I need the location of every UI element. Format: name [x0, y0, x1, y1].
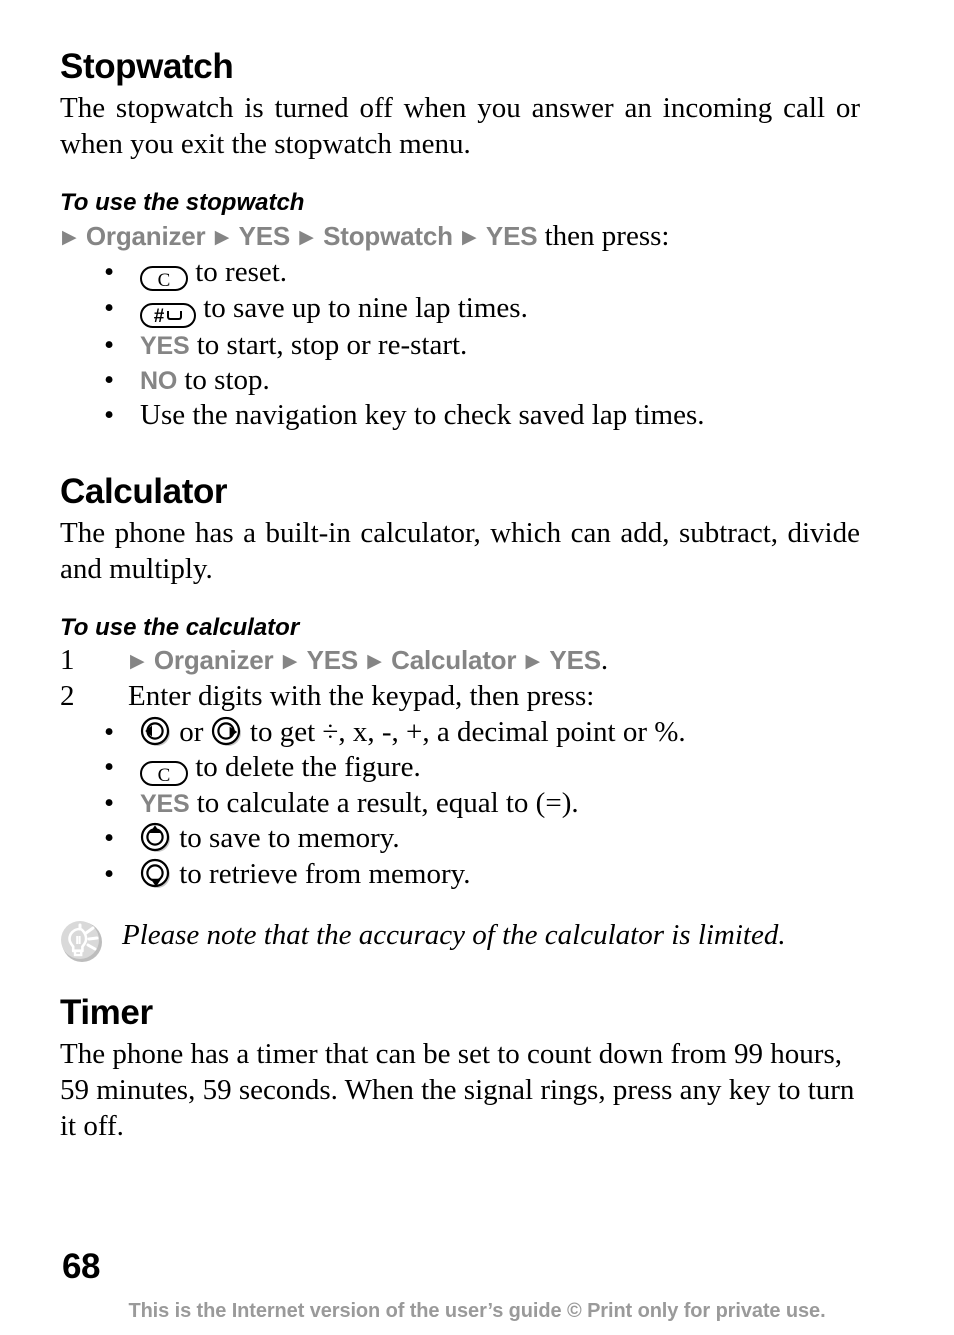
list-item-text: to stop. [177, 363, 270, 396]
list-item-text: to calculate a result, equal to (=). [189, 787, 579, 820]
menu-arrow-icon: ▶ [214, 226, 230, 248]
c-key-icon: C [140, 761, 188, 787]
list-item: • to retrieve from memory. [60, 857, 860, 892]
section-intro-stopwatch: The stopwatch is turned off when you ans… [60, 92, 860, 161]
list-item-text: to start, stop or re-start. [189, 328, 468, 361]
list-item-text: to retrieve from memory. [172, 857, 471, 890]
subheading-to-use-the-stopwatch: To use the stopwatch [60, 189, 305, 216]
list-item: • Use the navigation key to check saved … [60, 398, 860, 433]
step-text: Enter digits with the keypad, then press… [128, 680, 595, 713]
list-item-text: to reset. [188, 255, 288, 288]
section-title-stopwatch: Stopwatch [60, 47, 234, 86]
menu-item-yes[interactable]: YES [549, 645, 601, 675]
bullet-dot: • [104, 363, 115, 396]
menu-arrow-icon: ▶ [130, 651, 145, 673]
section-title-calculator: Calculator [60, 471, 228, 511]
list-item: • YES to start, stop or re-start. [60, 328, 860, 363]
bullet-dot: • [104, 255, 115, 288]
bullet-dot: • [104, 716, 115, 749]
bullet-dot: • [104, 751, 115, 784]
bullet-dot: • [104, 291, 115, 324]
nav-key-down-icon [140, 858, 172, 890]
section-title-timer: Timer [60, 992, 153, 1032]
list-item-text: to save up to nine lap times. [196, 291, 528, 324]
tip-lightbulb-icon [60, 920, 104, 964]
list-item-text: Use the navigation key to check saved la… [140, 398, 705, 431]
menu-item-organizer[interactable]: Organizer [154, 645, 274, 675]
list-item-text: to save to memory. [172, 822, 400, 855]
list-item-text: to delete the figure. [188, 751, 421, 784]
section-intro-timer: The phone has a timer that can be set to… [60, 1037, 855, 1142]
tip-note-text: Please note that the accuracy of the cal… [122, 918, 786, 951]
step-item: 1 ▶ Organizer ▶ YES ▶ Calculator ▶ YES. [60, 643, 860, 679]
calculator-key-list: • or to get ÷, x, -, +, a decimal point … [60, 715, 860, 891]
bullet-dot: • [104, 787, 115, 820]
menu-item-yes[interactable]: YES [239, 221, 291, 251]
footer-note: This is the Internet version of the user… [128, 1300, 826, 1322]
list-item: • C to delete the figure. [60, 750, 860, 787]
bullet-dot: • [104, 328, 115, 361]
menu-arrow-icon: ▶ [282, 651, 298, 673]
menu-path-stopwatch: ▶ Organizer ▶ YES ▶ Stopwatch ▶ YES then… [60, 219, 860, 255]
menu-path-tail: then press: [537, 219, 670, 252]
menu-path-calculator: ▶ Organizer ▶ YES ▶ Calculator ▶ YES. [128, 644, 608, 676]
list-item: • to save to memory. [60, 821, 860, 856]
menu-arrow-icon: ▶ [367, 651, 382, 673]
menu-item-stopwatch[interactable]: Stopwatch [323, 221, 453, 251]
hash-key-label: # [153, 305, 165, 327]
list-item: • NO to stop. [60, 363, 860, 398]
c-key-icon: C [140, 265, 188, 291]
space-symbol-icon [167, 310, 183, 320]
menu-item-yes[interactable]: YES [486, 221, 538, 251]
step-item: 2 Enter digits with the keypad, then pre… [60, 679, 860, 715]
subheading-to-use-the-calculator: To use the calculator [60, 613, 300, 641]
menu-arrow-icon: ▶ [299, 226, 314, 248]
list-item: • or to get ÷, x, -, +, a decimal point … [60, 715, 860, 750]
list-item: • # to save up to nine lap times. [60, 291, 860, 328]
no-key-label: NO [140, 366, 178, 395]
menu-item-organizer[interactable]: Organizer [86, 221, 206, 251]
step-number: 2 [60, 680, 75, 713]
menu-arrow-icon: ▶ [525, 651, 541, 673]
menu-item-calculator[interactable]: Calculator [391, 645, 516, 675]
list-item: • YES to calculate a result, equal to (=… [60, 786, 860, 821]
list-item: • C to reset. [60, 255, 860, 291]
menu-item-yes[interactable]: YES [307, 645, 359, 675]
document-page: Stopwatch The stopwatch is turned off wh… [0, 0, 954, 1335]
menu-arrow-icon: ▶ [62, 226, 77, 248]
tip-note-calculator: Please note that the accuracy of the cal… [60, 918, 860, 962]
nav-key-up-icon [140, 822, 172, 854]
hash-key-icon: # [140, 302, 196, 328]
list-item-text-mid: or [172, 716, 211, 749]
calculator-steps: 1 ▶ Organizer ▶ YES ▶ Calculator ▶ YES. … [60, 643, 860, 715]
page-number: 68 [62, 1247, 100, 1286]
menu-arrow-icon: ▶ [462, 226, 477, 248]
stopwatch-key-list: • C to reset. • # to save up to nine lap… [60, 255, 860, 433]
bullet-dot: • [104, 822, 115, 855]
page-content: Stopwatch The stopwatch is turned off wh… [60, 48, 860, 1145]
nav-key-left-icon [140, 716, 172, 748]
bullet-dot: • [104, 857, 115, 890]
nav-key-right-icon [211, 716, 243, 748]
yes-key-label: YES [140, 331, 190, 360]
section-intro-calculator: The phone has a built-in calculator, whi… [60, 516, 860, 585]
list-item-text: to get ÷, x, -, +, a decimal point or %. [242, 716, 686, 749]
bullet-dot: • [104, 398, 115, 431]
menu-path-tail: . [600, 644, 609, 677]
step-number: 1 [60, 644, 75, 677]
yes-key-label: YES [140, 790, 190, 819]
